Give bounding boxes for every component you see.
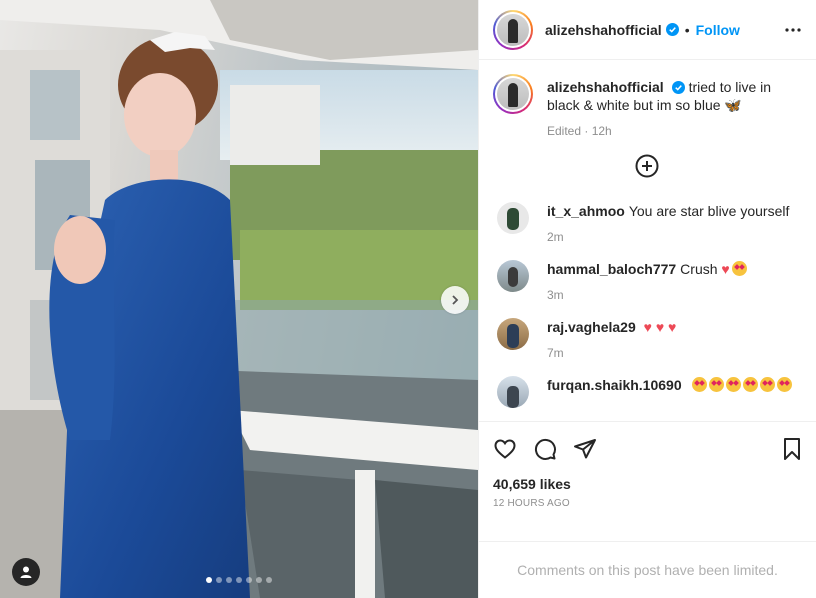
commenter-avatar[interactable]	[497, 318, 529, 350]
post-photo	[0, 0, 478, 598]
carousel-dot[interactable]	[266, 577, 272, 583]
carousel-dot[interactable]	[256, 577, 262, 583]
plus-circle-icon	[635, 154, 658, 178]
likes-count[interactable]: 40,659 likes	[493, 476, 802, 492]
carousel-dot[interactable]	[236, 577, 242, 583]
carousel-dot[interactable]	[246, 577, 252, 583]
star-eyes-emoji-icon	[742, 377, 758, 392]
commenter-avatar[interactable]	[497, 260, 529, 292]
star-eyes-emoji-icon	[776, 377, 792, 392]
comments-section[interactable]: alizehshahofficial tried to live in blac…	[479, 60, 816, 421]
comment-row: hammal_baloch777 Crush ♥ 3m	[493, 260, 800, 304]
post-sidebar: alizehshahofficial • Follow alizehshahof…	[478, 0, 816, 598]
comment-time: 2m	[547, 230, 564, 244]
like-icon[interactable]	[493, 437, 517, 461]
comment-row: raj.vaghela29 ♥ ♥ ♥ 7m	[493, 318, 800, 362]
comment-text: Crush	[680, 261, 718, 277]
comment-row: it_x_ahmoo You are star blive yourself 2m	[493, 202, 800, 246]
follow-button[interactable]: Follow	[696, 22, 740, 38]
load-more-comments-button[interactable]	[493, 154, 800, 178]
caption-username[interactable]: alizehshahofficial	[547, 79, 664, 95]
author-username[interactable]: alizehshahofficial	[545, 22, 662, 38]
heart-emoji-icon: ♥ ♥ ♥	[643, 319, 677, 335]
separator-dot: •	[684, 21, 690, 38]
caption-avatar[interactable]	[493, 74, 533, 114]
comment-icon[interactable]	[533, 437, 557, 461]
chevron-right-icon	[452, 295, 459, 305]
verified-icon	[671, 81, 685, 94]
carousel-dot[interactable]	[206, 577, 212, 583]
comment-username[interactable]: hammal_baloch777	[547, 261, 676, 277]
post-actions: 40,659 likes 12 HOURS AGO	[479, 421, 816, 541]
post-media[interactable]	[0, 0, 478, 598]
star-eyes-emoji-icon	[708, 377, 724, 392]
carousel-dot[interactable]	[226, 577, 232, 583]
comments-limited-notice: Comments on this post have been limited.	[479, 541, 816, 598]
comment-row: furqan.shaikh.10690	[493, 376, 800, 408]
carousel-dot[interactable]	[216, 577, 222, 583]
author-avatar[interactable]	[493, 9, 533, 50]
post-timestamp: 12 HOURS AGO	[493, 498, 570, 509]
verified-icon	[665, 23, 679, 36]
post-header: alizehshahofficial • Follow	[479, 0, 816, 60]
caption-meta: Edited · 12h	[547, 124, 612, 138]
post-dialog: alizehshahofficial • Follow alizehshahof…	[0, 0, 816, 598]
comment-time: 7m	[547, 346, 564, 360]
comment-username[interactable]: furqan.shaikh.10690	[547, 377, 682, 393]
heart-emoji-icon: ♥	[721, 261, 730, 277]
star-eyes-emoji-icon	[731, 261, 747, 276]
comment-text: You are star blive yourself	[628, 203, 790, 219]
caption: alizehshahofficial tried to live in blac…	[493, 74, 800, 140]
next-slide-button[interactable]	[441, 286, 469, 314]
comment-username[interactable]: it_x_ahmoo	[547, 203, 625, 219]
carousel-dots	[0, 577, 478, 583]
star-eyes-emoji-icon	[759, 377, 775, 392]
commenter-avatar[interactable]	[497, 202, 529, 234]
more-options-icon[interactable]	[784, 21, 802, 39]
commenter-avatar[interactable]	[497, 376, 529, 408]
comment-time: 3m	[547, 288, 564, 302]
share-icon[interactable]	[573, 437, 597, 461]
save-icon[interactable]	[782, 437, 802, 461]
comment-username[interactable]: raj.vaghela29	[547, 319, 636, 335]
star-eyes-emoji-icon	[725, 377, 741, 392]
star-eyes-emoji-icon	[691, 377, 707, 392]
